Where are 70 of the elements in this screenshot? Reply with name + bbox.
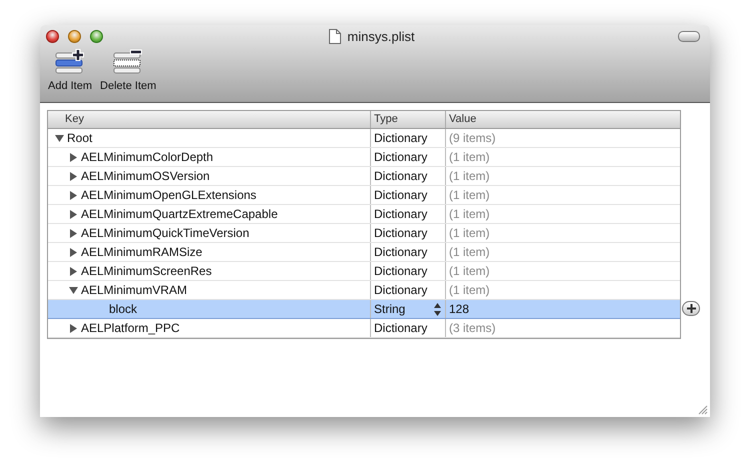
- value-text: (1 item): [449, 150, 490, 164]
- disclosure-triangle-icon[interactable]: [69, 248, 78, 256]
- value-text: (1 item): [449, 207, 490, 221]
- delete-row-icon: [113, 49, 144, 75]
- type-text: Dictionary: [374, 150, 428, 164]
- key-text: AELMinimumRAMSize: [81, 245, 202, 259]
- key-text: AELMinimumQuartzExtremeCapable: [81, 207, 278, 221]
- type-text: Dictionary: [374, 169, 428, 183]
- column-header[interactable]: Type: [370, 111, 445, 128]
- table-row[interactable]: AELMinimumQuartzExtremeCapable Dictionary (1 item): [48, 205, 680, 224]
- table-row[interactable]: AELMinimumQuickTimeVersion Dictionary (1 item): [48, 224, 680, 243]
- value-text: (1 item): [449, 188, 490, 202]
- add-item-button[interactable]: Add Item: [48, 49, 92, 92]
- key-text: AELMinimumScreenRes: [81, 264, 212, 278]
- value-text: (1 item): [449, 264, 490, 278]
- value-text: (3 items): [449, 321, 496, 335]
- table-row[interactable]: AELMinimumRAMSize Dictionary (1 item): [48, 243, 680, 262]
- disclosure-triangle-icon[interactable]: [69, 228, 78, 238]
- minimize-button[interactable]: [68, 30, 81, 42]
- key-text: block: [108, 302, 138, 316]
- add-row-icon: [55, 49, 86, 75]
- key-text: Root: [67, 131, 92, 145]
- plus-icon: [686, 304, 696, 313]
- table-row[interactable]: AELMinimumVRAM Dictionary (1 item): [48, 281, 680, 300]
- type-text: Dictionary: [374, 207, 428, 221]
- delete-item-button[interactable]: Delete Item: [100, 49, 156, 92]
- type-text: Dictionary: [374, 188, 428, 202]
- disclosure-triangle-icon[interactable]: [55, 134, 64, 142]
- disclosure-triangle-icon[interactable]: [69, 172, 78, 180]
- type-text: Dictionary: [374, 321, 428, 335]
- value-text: (1 item): [449, 283, 490, 297]
- key-text: AELPlatform_PPC: [81, 321, 180, 335]
- table-row[interactable]: AELMinimumScreenRes Dictionary (1 item): [48, 262, 680, 281]
- disclosure-triangle-icon[interactable]: [69, 324, 78, 332]
- disclosure-triangle-icon[interactable]: [69, 286, 78, 294]
- value-text: (9 items): [449, 131, 496, 145]
- key-text: AELMinimumColorDepth: [81, 150, 214, 164]
- resize-grip-icon[interactable]: [697, 404, 708, 415]
- table-row[interactable]: AELMinimumColorDepth Dictionary (1 item): [48, 148, 680, 167]
- document-icon: [329, 28, 342, 44]
- table-row[interactable]: AELPlatform_PPC Dictionary (3 items): [48, 319, 680, 338]
- type-text: String: [374, 302, 406, 316]
- value-text: 128: [449, 302, 470, 316]
- table-row[interactable]: AELMinimumOSVersion Dictionary (1 item): [48, 167, 680, 186]
- stepper-icon[interactable]: [434, 302, 441, 316]
- value-text: (1 item): [449, 226, 490, 240]
- value-text: (1 item): [449, 245, 490, 259]
- key-text: AELMinimumOpenGLExtensions: [81, 188, 256, 202]
- toolbar-toggle-button[interactable]: [678, 30, 700, 42]
- key-text: AELMinimumVRAM: [81, 283, 188, 297]
- close-button[interactable]: [46, 30, 59, 42]
- window-title: minsys.plist: [347, 28, 415, 44]
- column-header[interactable]: Key: [48, 111, 370, 128]
- value-text: (1 item): [449, 169, 490, 183]
- zoom-button[interactable]: [90, 30, 103, 42]
- type-text: Dictionary: [374, 283, 428, 297]
- key-text: AELMinimumOSVersion: [81, 169, 210, 183]
- disclosure-triangle-icon[interactable]: [69, 190, 78, 200]
- type-text: Dictionary: [374, 245, 428, 259]
- add-child-button[interactable]: [682, 301, 700, 316]
- table-row[interactable]: Root Dictionary (9 items): [48, 129, 680, 148]
- table-row[interactable]: AELMinimumOpenGLExtensions Dictionary (1 item): [48, 186, 680, 205]
- disclosure-triangle-icon[interactable]: [69, 266, 78, 276]
- type-text: Dictionary: [374, 131, 428, 145]
- key-text: AELMinimumQuickTimeVersion: [81, 226, 250, 240]
- type-text: Dictionary: [374, 226, 428, 240]
- disclosure-triangle-icon[interactable]: [69, 152, 78, 162]
- column-header[interactable]: Value: [445, 111, 680, 128]
- disclosure-triangle-icon[interactable]: [69, 210, 78, 218]
- type-text: Dictionary: [374, 264, 428, 278]
